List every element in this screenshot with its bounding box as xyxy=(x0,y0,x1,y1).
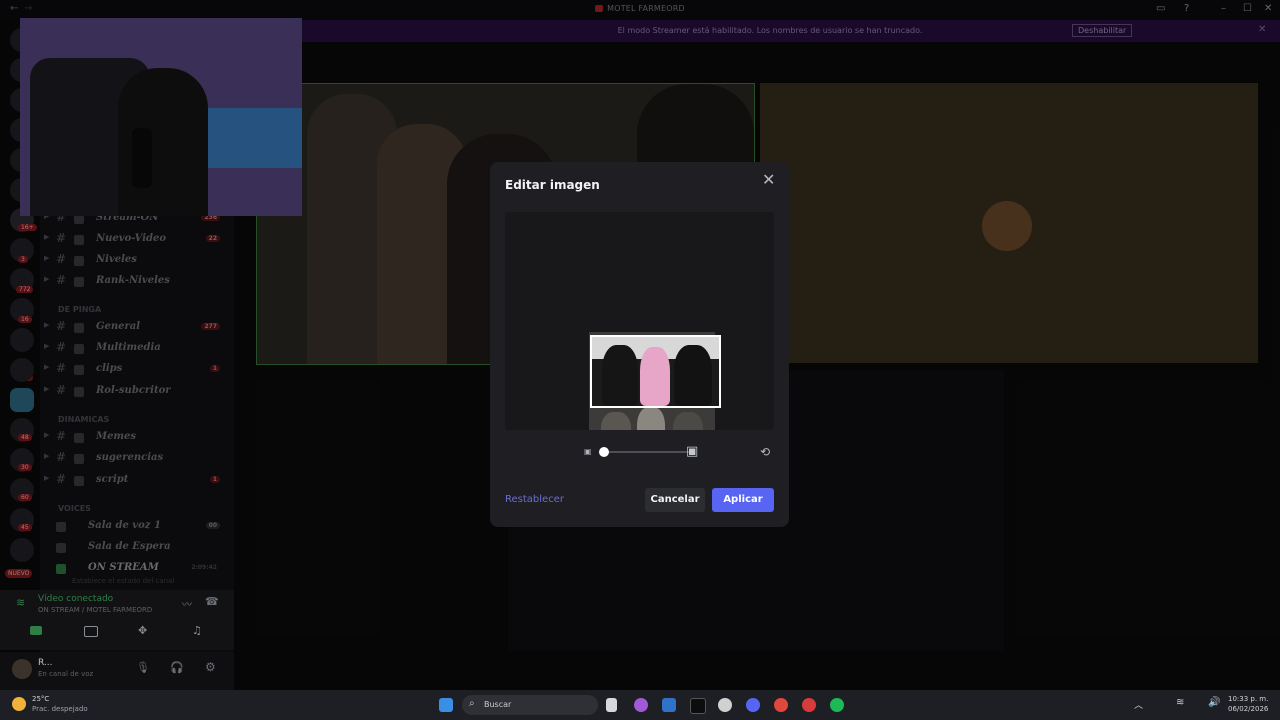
rotate-icon[interactable]: ⟲ xyxy=(760,445,770,459)
edit-image-dialog: Editar imagen ✕ ▣ ▣ ⟲ Restablecer Cancel… xyxy=(490,162,789,527)
username: R... xyxy=(38,658,53,668)
obs-icon[interactable] xyxy=(718,698,732,712)
apply-button[interactable]: Aplicar xyxy=(712,488,774,512)
disconnect-icon[interactable]: ☎ xyxy=(205,595,219,608)
clock-date[interactable]: 06/02/2026 xyxy=(1228,705,1268,713)
signal-icon: ≋ xyxy=(16,596,26,609)
camera-icon[interactable] xyxy=(30,626,42,635)
app-icon[interactable] xyxy=(802,698,816,712)
slider-track xyxy=(600,451,690,453)
taskbar-search[interactable]: ⌕ Buscar xyxy=(462,695,598,715)
person-silhouette xyxy=(673,412,703,430)
dialog-title: Editar imagen xyxy=(505,178,600,192)
activities-icon[interactable]: ✥ xyxy=(138,624,147,637)
microphone-icon[interactable]: 🎙 xyxy=(136,661,150,674)
close-icon[interactable]: ✕ xyxy=(762,170,775,189)
store-icon[interactable] xyxy=(662,698,676,712)
person-silhouette xyxy=(640,347,670,406)
slider-knob[interactable] xyxy=(599,447,609,457)
user-status: En canal de voz xyxy=(38,670,94,678)
wifi-icon[interactable]: ≋ xyxy=(1176,697,1184,708)
copilot-icon[interactable] xyxy=(634,698,648,712)
start-icon[interactable] xyxy=(439,698,453,712)
discord-icon[interactable] xyxy=(746,698,760,712)
voice-status-panel: ≋ Vídeo conectado ON STREAM / MOTEL FARM… xyxy=(0,590,234,650)
cancel-button[interactable]: Cancelar xyxy=(645,488,705,512)
spotify-icon[interactable] xyxy=(830,698,844,712)
screen-share-icon[interactable] xyxy=(84,626,98,637)
person-silhouette xyxy=(602,345,638,406)
image-canvas xyxy=(505,212,774,430)
voice-status-text: Vídeo conectado xyxy=(38,594,114,604)
person-silhouette xyxy=(637,407,665,430)
chevron-up-icon[interactable]: ︿ xyxy=(1134,698,1143,711)
noise-suppression-icon[interactable]: 〰 xyxy=(182,596,192,611)
reset-button[interactable]: Restablecer xyxy=(505,494,564,505)
zoom-slider[interactable] xyxy=(585,446,695,458)
volume-icon[interactable]: 🔊 xyxy=(1208,697,1220,708)
settings-gear-icon[interactable]: ⚙ xyxy=(205,660,216,674)
weather-temp[interactable]: 25°C xyxy=(32,695,49,703)
crop-frame[interactable] xyxy=(590,335,721,408)
weather-icon[interactable] xyxy=(12,697,26,711)
capcut-icon[interactable] xyxy=(690,698,706,714)
windows-taskbar: 25°C Prac. despejado ⌕ Buscar ︿ ≋ 🔊 10:3… xyxy=(0,690,1280,720)
soundboard-icon[interactable]: ♫ xyxy=(192,624,202,637)
headphones-icon[interactable]: 🎧 xyxy=(170,661,184,674)
user-panel: R... En canal de voz 🎙 🎧 ⚙ xyxy=(0,652,234,690)
voice-channel-name[interactable]: ON STREAM / MOTEL FARMEORD xyxy=(38,606,152,614)
person-silhouette xyxy=(601,412,631,430)
avatar[interactable] xyxy=(12,659,32,679)
task-view-icon[interactable] xyxy=(606,698,617,712)
chrome-icon[interactable] xyxy=(774,698,788,712)
clock-time[interactable]: 10:33 p. m. xyxy=(1228,695,1268,703)
weather-description[interactable]: Prac. despejado xyxy=(32,705,88,713)
image-large-icon: ▣ xyxy=(686,444,699,459)
person-silhouette xyxy=(674,345,712,406)
search-icon: ⌕ xyxy=(469,698,475,709)
